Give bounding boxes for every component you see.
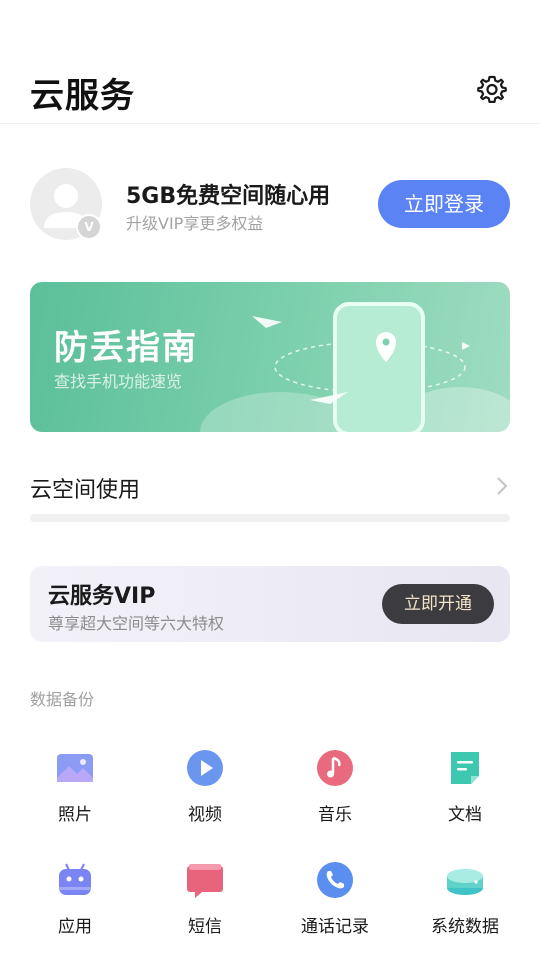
backup-item-video[interactable]: 视频 [140, 740, 270, 840]
header: 云服务 [0, 60, 540, 124]
anti-loss-banner[interactable]: 防丢指南 查找手机功能速览 [30, 282, 510, 432]
account-title: 5GB免费空间随心用 [126, 184, 331, 209]
vip-card[interactable]: 云服务VIP 尊享超大空间等六大特权 立即开通 [30, 566, 510, 642]
android-app-icon [59, 863, 91, 895]
system-data-icon [447, 869, 483, 895]
backup-item-documents[interactable]: 文档 [400, 740, 530, 840]
backup-item-photos[interactable]: 照片 [10, 740, 140, 840]
cloud-usage-label: 云空间使用 [30, 478, 141, 503]
backup-item-messages[interactable]: 短信 [140, 852, 270, 952]
backup-item-label: 照片 [58, 805, 92, 825]
vip-badge: V [76, 214, 102, 240]
chevron-right-icon [497, 477, 508, 495]
login-button[interactable]: 立即登录 [378, 180, 510, 228]
backup-section-label: 数据备份 [30, 690, 95, 709]
vip-subtitle: 尊享超大空间等六大特权 [48, 614, 225, 633]
vip-open-button[interactable]: 立即开通 [382, 584, 494, 624]
message-icon [187, 864, 223, 898]
cloud-usage-row[interactable]: 云空间使用 [0, 462, 540, 522]
backup-item-apps[interactable]: 应用 [10, 852, 140, 952]
backup-item-label: 视频 [188, 805, 222, 825]
backup-item-system-data[interactable]: 系统数据 [400, 852, 530, 952]
backup-item-label: 应用 [58, 917, 92, 937]
photo-icon [57, 754, 93, 782]
document-icon [451, 752, 479, 784]
account-row: V 5GB免费空间随心用 升级VIP享更多权益 立即登录 [0, 168, 540, 248]
usage-progress-bar [30, 514, 510, 522]
phone-icon [317, 862, 353, 898]
backup-item-label: 短信 [188, 917, 222, 937]
backup-item-label: 通话记录 [301, 917, 369, 937]
banner-subtitle: 查找手机功能速览 [54, 372, 183, 391]
music-icon [317, 750, 353, 786]
backup-item-music[interactable]: 音乐 [270, 740, 400, 840]
backup-item-call-log[interactable]: 通话记录 [270, 852, 400, 952]
video-icon [187, 750, 223, 786]
vip-title: 云服务VIP [48, 584, 156, 609]
gear-icon[interactable] [474, 72, 510, 108]
backup-item-label: 文档 [448, 805, 482, 825]
banner-title: 防丢指南 [54, 328, 198, 368]
backup-item-label: 音乐 [318, 805, 352, 825]
page-title: 云服务 [30, 76, 135, 116]
backup-item-label: 系统数据 [431, 917, 499, 937]
account-subtitle: 升级VIP享更多权益 [126, 214, 264, 233]
